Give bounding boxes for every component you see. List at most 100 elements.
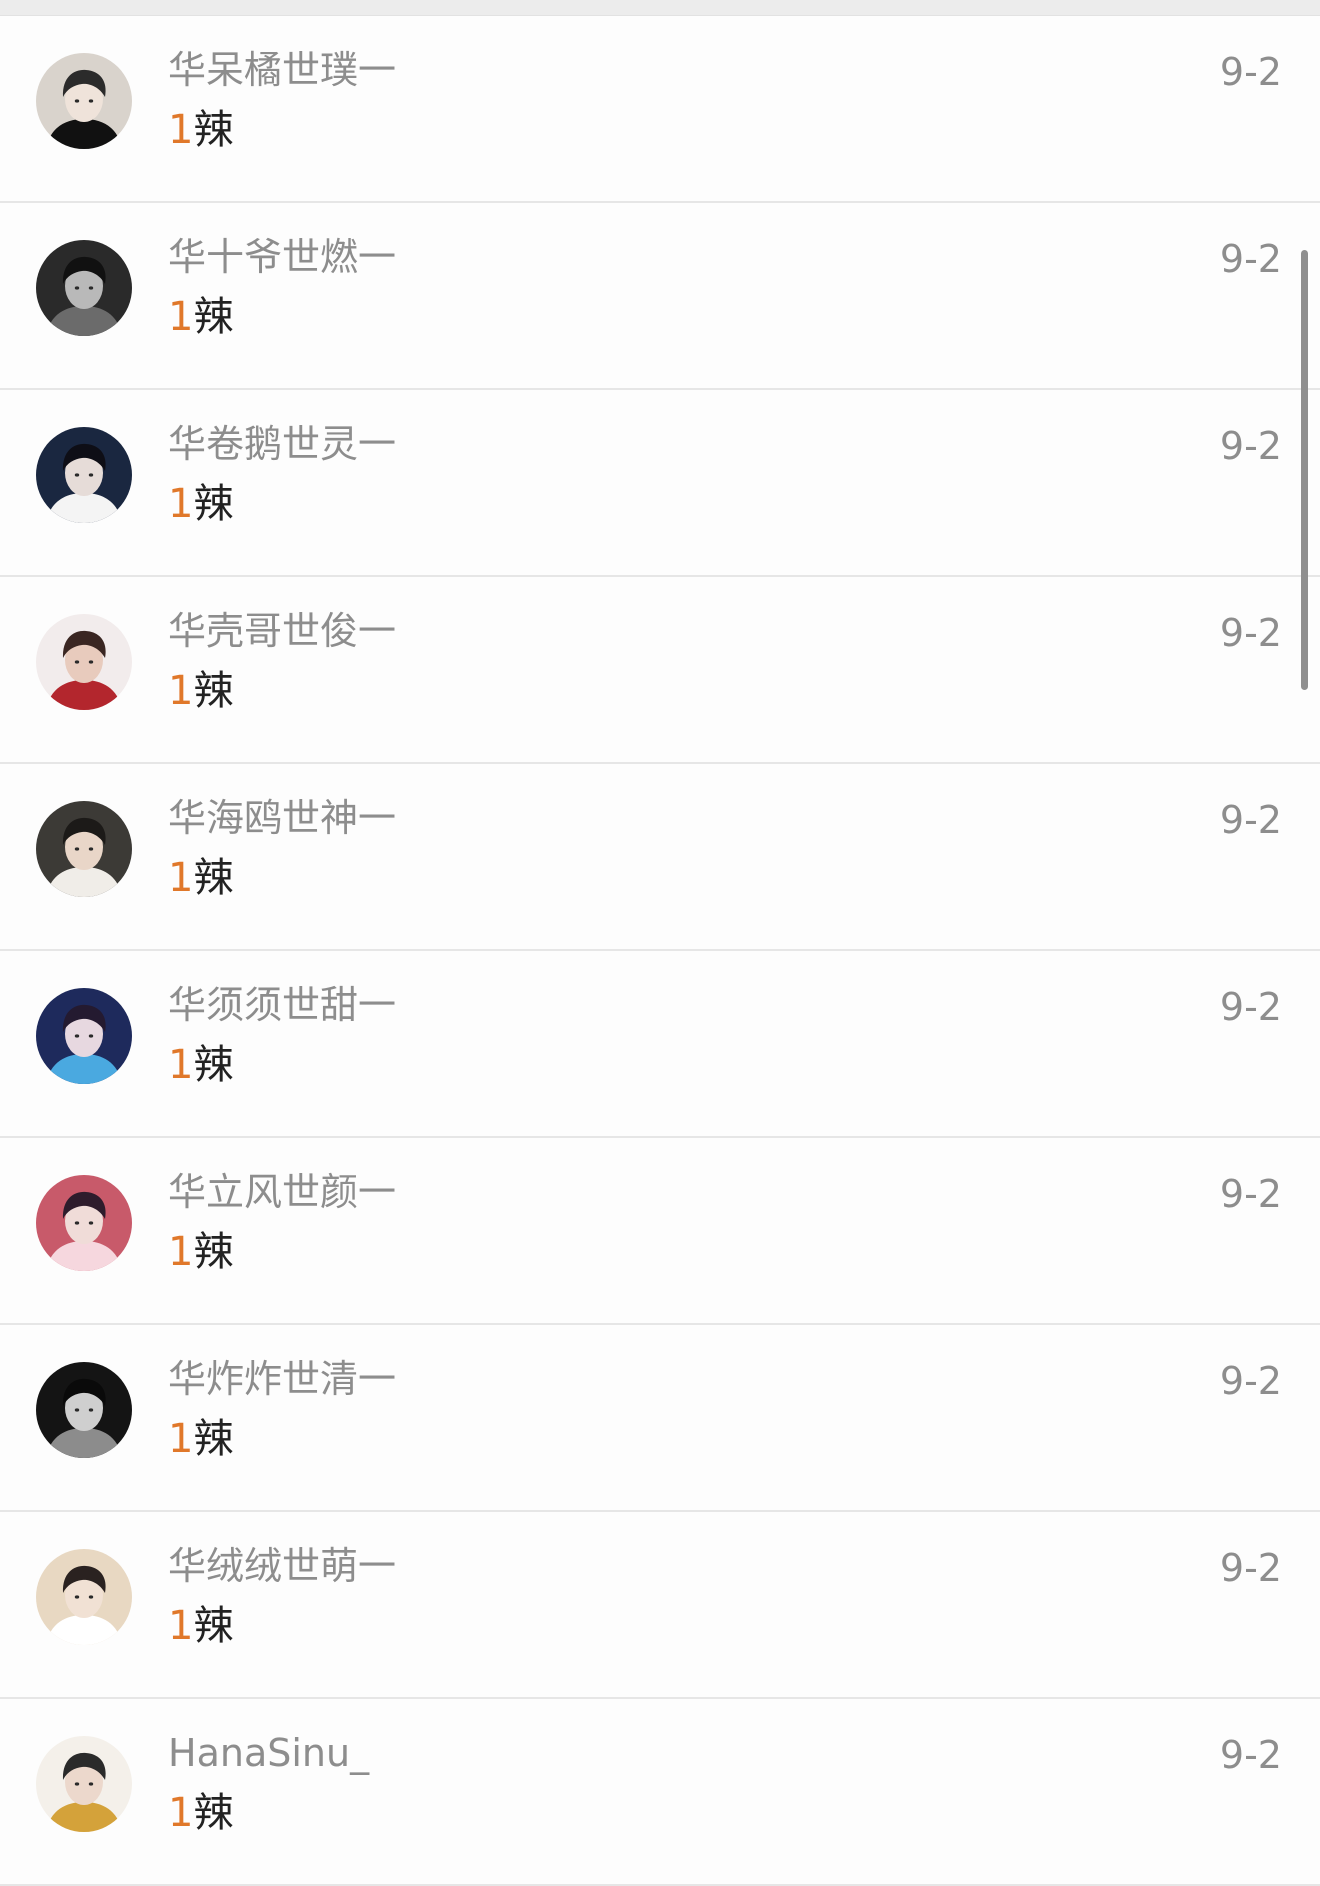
user-name[interactable]: 华立风世颜一 (168, 1170, 396, 1214)
reaction-label: 辣 (193, 294, 234, 340)
reaction-label: 辣 (193, 1790, 234, 1836)
list-item[interactable]: 华海鸥世神一 1辣 9-2 (0, 764, 1320, 951)
avatar[interactable] (36, 614, 132, 710)
user-name[interactable]: 华绒绒世萌一 (168, 1544, 396, 1588)
reaction-list: 华呆橘世璞一 1辣 9-2 华十爷世燃一 1辣 9-2 华卷鹅世灵一 1辣 9-… (0, 16, 1320, 1886)
list-item[interactable]: 华须须世甜一 1辣 9-2 (0, 951, 1320, 1138)
reaction-summary: 1辣 (168, 106, 233, 154)
reaction-summary: 1辣 (168, 1415, 233, 1463)
date-label: 9-2 (1219, 1359, 1282, 1403)
list-item[interactable]: HanaSinu_ 1辣 9-2 (0, 1699, 1320, 1886)
avatar-photo (36, 427, 132, 523)
avatar-eye (88, 286, 94, 290)
date-label: 9-2 (1219, 611, 1282, 655)
avatar-photo (36, 1362, 132, 1458)
avatar[interactable] (36, 240, 132, 336)
avatar-eye (74, 1782, 80, 1786)
avatar-eye (74, 1221, 80, 1225)
list-item[interactable]: 华壳哥世俊一 1辣 9-2 (0, 577, 1320, 764)
user-name[interactable]: 华炸炸世清一 (168, 1357, 396, 1401)
reaction-summary: 1辣 (168, 854, 233, 902)
scrollbar-thumb[interactable] (1301, 250, 1308, 690)
avatar-eye (74, 1408, 80, 1412)
user-name[interactable]: 华壳哥世俊一 (168, 609, 396, 653)
date-label: 9-2 (1219, 1546, 1282, 1590)
reaction-count: 1 (168, 1790, 194, 1836)
date-label: 9-2 (1219, 985, 1282, 1029)
reaction-label: 辣 (193, 481, 234, 527)
date-label: 9-2 (1219, 1733, 1282, 1777)
reaction-summary: 1辣 (168, 480, 233, 528)
reaction-summary: 1辣 (168, 1041, 233, 1089)
user-name[interactable]: 华海鸥世神一 (168, 796, 396, 840)
list-item[interactable]: 华立风世颜一 1辣 9-2 (0, 1138, 1320, 1325)
reaction-summary: 1辣 (168, 667, 233, 715)
avatar[interactable] (36, 1736, 132, 1832)
avatar-eye (74, 847, 80, 851)
user-name[interactable]: 华须须世甜一 (168, 983, 396, 1027)
avatar-photo (36, 53, 132, 149)
avatar-eye (74, 286, 80, 290)
reaction-count: 1 (168, 1416, 194, 1462)
reaction-count: 1 (168, 107, 194, 153)
avatar-eye (74, 1034, 80, 1038)
reaction-label: 辣 (193, 1042, 234, 1088)
avatar-photo (36, 988, 132, 1084)
avatar-eye (74, 473, 80, 477)
reaction-label: 辣 (193, 855, 234, 901)
avatar-eye (88, 473, 94, 477)
list-item[interactable]: 华十爷世燃一 1辣 9-2 (0, 203, 1320, 390)
reaction-count: 1 (168, 481, 194, 527)
date-label: 9-2 (1219, 798, 1282, 842)
avatar-photo (36, 1175, 132, 1271)
avatar-eye (88, 1595, 94, 1599)
reaction-label: 辣 (193, 1229, 234, 1275)
avatar-eye (88, 99, 94, 103)
avatar-eye (88, 1034, 94, 1038)
avatar-eye (74, 660, 80, 664)
user-name[interactable]: 华十爷世燃一 (168, 235, 396, 279)
reaction-label: 辣 (193, 1416, 234, 1462)
list-item[interactable]: 华炸炸世清一 1辣 9-2 (0, 1325, 1320, 1512)
avatar-eye (88, 1782, 94, 1786)
reaction-count: 1 (168, 1042, 194, 1088)
reaction-count: 1 (168, 1603, 194, 1649)
avatar-eye (74, 99, 80, 103)
reaction-label: 辣 (193, 1603, 234, 1649)
reaction-summary: 1辣 (168, 1228, 233, 1276)
reaction-count: 1 (168, 1229, 194, 1275)
avatar-photo (36, 614, 132, 710)
avatar-eye (88, 1221, 94, 1225)
avatar[interactable] (36, 801, 132, 897)
user-name[interactable]: HanaSinu_ (168, 1731, 369, 1775)
reaction-summary: 1辣 (168, 1602, 233, 1650)
reaction-label: 辣 (193, 107, 234, 153)
avatar[interactable] (36, 988, 132, 1084)
avatar[interactable] (36, 1175, 132, 1271)
list-item[interactable]: 华呆橘世璞一 1辣 9-2 (0, 16, 1320, 203)
avatar[interactable] (36, 1362, 132, 1458)
user-name[interactable]: 华卷鹅世灵一 (168, 422, 396, 466)
list-item[interactable]: 华绒绒世萌一 1辣 9-2 (0, 1512, 1320, 1699)
avatar-eye (88, 1408, 94, 1412)
avatar-eye (88, 847, 94, 851)
reaction-count: 1 (168, 294, 194, 340)
date-label: 9-2 (1219, 237, 1282, 281)
reaction-count: 1 (168, 855, 194, 901)
date-label: 9-2 (1219, 50, 1282, 94)
user-name[interactable]: 华呆橘世璞一 (168, 48, 396, 92)
top-edge-strip (0, 0, 1320, 16)
avatar-photo (36, 1549, 132, 1645)
avatar[interactable] (36, 427, 132, 523)
avatar-photo (36, 801, 132, 897)
avatar-photo (36, 240, 132, 336)
avatar-photo (36, 1736, 132, 1832)
list-item[interactable]: 华卷鹅世灵一 1辣 9-2 (0, 390, 1320, 577)
avatar[interactable] (36, 53, 132, 149)
reaction-label: 辣 (193, 668, 234, 714)
avatar[interactable] (36, 1549, 132, 1645)
reaction-summary: 1辣 (168, 1789, 233, 1837)
reaction-count: 1 (168, 668, 194, 714)
date-label: 9-2 (1219, 1172, 1282, 1216)
avatar-eye (88, 660, 94, 664)
